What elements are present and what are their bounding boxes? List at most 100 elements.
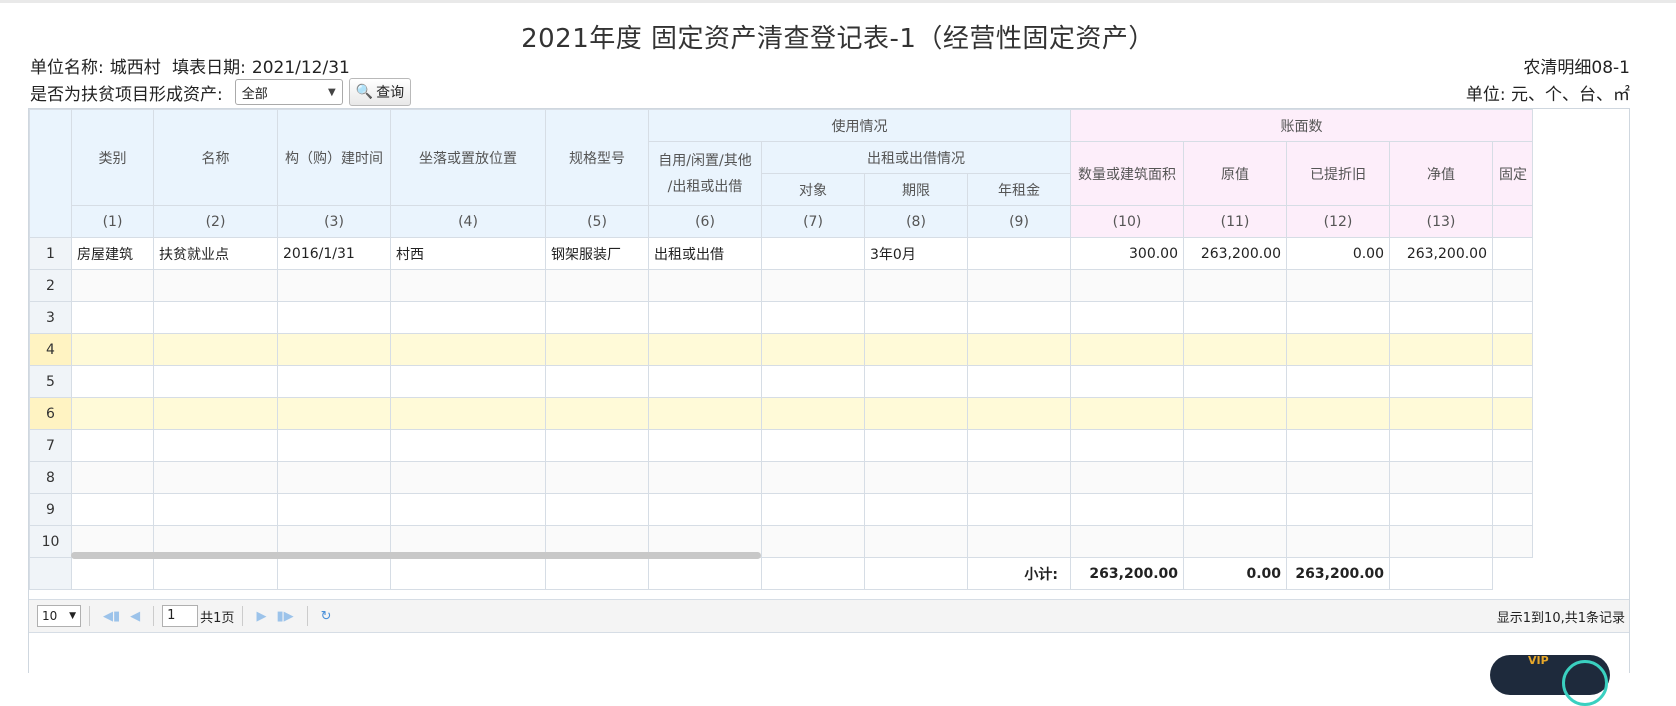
- totals-rownum: [29, 557, 72, 590]
- cell-status: [648, 365, 762, 398]
- horizontal-scrollbar[interactable]: [71, 552, 761, 559]
- col-header-fixed[interactable]: 固定: [1492, 141, 1533, 206]
- col-header-original[interactable]: 原值: [1183, 141, 1287, 206]
- top-border: [0, 0, 1676, 3]
- table-row[interactable]: 6: [29, 397, 1533, 430]
- pager-separator: [89, 606, 90, 626]
- next-page-icon[interactable]: ▶: [256, 609, 266, 624]
- cell-rent: [967, 333, 1071, 366]
- query-button[interactable]: 🔍 查询: [348, 78, 412, 106]
- cell-target: [761, 333, 865, 366]
- cell-quantity: [1070, 525, 1184, 558]
- col-header-location[interactable]: 坐落或置放位置: [390, 109, 546, 206]
- cell-name: [153, 461, 278, 494]
- cell-location: [390, 301, 546, 334]
- cell-term: [864, 301, 968, 334]
- table-row[interactable]: 1 房屋建筑 扶贫就业点 2016/1/31 村西 钢架服装厂 出租或出借 3年0月 300.0…: [29, 237, 1533, 270]
- cell-quantity: [1070, 397, 1184, 430]
- cell-term: [864, 269, 968, 302]
- last-page-icon[interactable]: ▮▶: [276, 609, 293, 624]
- cell-spec: [545, 429, 649, 462]
- totals-cell: [648, 557, 762, 590]
- prev-page-icon[interactable]: ◀: [130, 609, 140, 624]
- table-row[interactable]: 4: [29, 333, 1533, 366]
- cell-category: [71, 333, 154, 366]
- cell-category: [71, 269, 154, 302]
- cell-build-time: [277, 301, 391, 334]
- query-button-label: 查询: [376, 85, 405, 101]
- col-header-usage-status[interactable]: 自用/闲置/其他/出租或出借: [648, 141, 762, 206]
- cell-net: [1389, 269, 1493, 302]
- col-header-depreciation[interactable]: 已提折旧: [1286, 141, 1390, 206]
- cell-build-time: [277, 269, 391, 302]
- cell-quantity: 300.00: [1070, 237, 1184, 270]
- cell-term: [864, 493, 968, 526]
- vip-badge-label: VIP: [1528, 654, 1549, 667]
- cell-location: [390, 333, 546, 366]
- cell-term: [864, 333, 968, 366]
- col-header-category[interactable]: 类别: [71, 109, 154, 206]
- col-header-quantity[interactable]: 数量或建筑面积: [1070, 141, 1184, 206]
- col-header-name[interactable]: 名称: [153, 109, 278, 206]
- cell-build-time: [277, 493, 391, 526]
- cell-spec: [545, 397, 649, 430]
- cell-rent: [967, 493, 1071, 526]
- pager-separator: [153, 606, 155, 626]
- page-number-input[interactable]: 1: [162, 605, 199, 627]
- unit-label: 单位名称:: [30, 58, 104, 78]
- cell-target: [761, 269, 865, 302]
- cell-name: [153, 429, 278, 462]
- refresh-icon[interactable]: ↻: [321, 609, 332, 624]
- cell-location: [390, 365, 546, 398]
- cell-status: [648, 397, 762, 430]
- cell-quantity: [1070, 429, 1184, 462]
- usage-status-line1: 自用/闲置/其他: [658, 152, 752, 169]
- col-header-annual-rent[interactable]: 年租金: [967, 173, 1071, 206]
- col-num: [1492, 205, 1533, 238]
- table-row[interactable]: 2: [29, 269, 1533, 302]
- cell-build-time: [277, 461, 391, 494]
- first-page-icon[interactable]: ◀▮: [103, 609, 120, 624]
- col-header-net[interactable]: 净值: [1389, 141, 1493, 206]
- row-number: 5: [29, 365, 72, 398]
- cell-term: [864, 397, 968, 430]
- table-row[interactable]: 9: [29, 493, 1533, 526]
- table-row[interactable]: 5: [29, 365, 1533, 398]
- totals-net: 263,200.00: [1286, 557, 1390, 590]
- col-header-lease-term[interactable]: 期限: [864, 173, 968, 206]
- cell-spec: [545, 493, 649, 526]
- cell-net: [1389, 461, 1493, 494]
- col-header-lease-target[interactable]: 对象: [761, 173, 865, 206]
- cell-build-time: [277, 333, 391, 366]
- pager-separator: [242, 606, 244, 626]
- row-number: 10: [29, 525, 72, 558]
- cell-target: [761, 429, 865, 462]
- col-num: (11): [1183, 205, 1287, 238]
- page-size-select[interactable]: 10 ▼: [37, 605, 81, 627]
- col-header-build-time[interactable]: 构（购）建时间: [277, 109, 391, 206]
- cell-spec: [545, 269, 649, 302]
- cell-fixed: [1492, 397, 1533, 430]
- asset-table: 类别 名称 构（购）建时间 坐落或置放位置 规格型号 使用情况 账面数 自用/闲…: [29, 109, 1533, 590]
- cell-spec: [545, 301, 649, 334]
- unit-value: 城西村: [109, 58, 161, 78]
- cell-original: [1183, 365, 1287, 398]
- cell-fixed: [1492, 333, 1533, 366]
- table-row[interactable]: 7: [29, 429, 1533, 462]
- cell-depreciation: [1286, 333, 1390, 366]
- cell-spec: 钢架服装厂: [545, 237, 649, 270]
- totals-cell: [545, 557, 649, 590]
- col-num: (9): [967, 205, 1071, 238]
- cell-rent: [967, 237, 1071, 270]
- cell-fixed: [1492, 525, 1533, 558]
- table-row[interactable]: 8: [29, 461, 1533, 494]
- table-row[interactable]: 3: [29, 301, 1533, 334]
- corner-cell: [29, 109, 72, 238]
- cell-category: [71, 397, 154, 430]
- filter-bar: 是否为扶贫项目形成资产: 全部 ▼ 🔍 查询: [30, 78, 412, 106]
- cell-build-time: [277, 429, 391, 462]
- col-header-spec[interactable]: 规格型号: [545, 109, 649, 206]
- pagination-bar: 10 ▼ ◀▮ ◀ 1 共1页 ▶ ▮▶ ↻ 显示1到10,共1条记录: [29, 599, 1629, 633]
- poverty-asset-select[interactable]: 全部 ▼: [234, 79, 343, 105]
- cell-location: 村西: [390, 237, 546, 270]
